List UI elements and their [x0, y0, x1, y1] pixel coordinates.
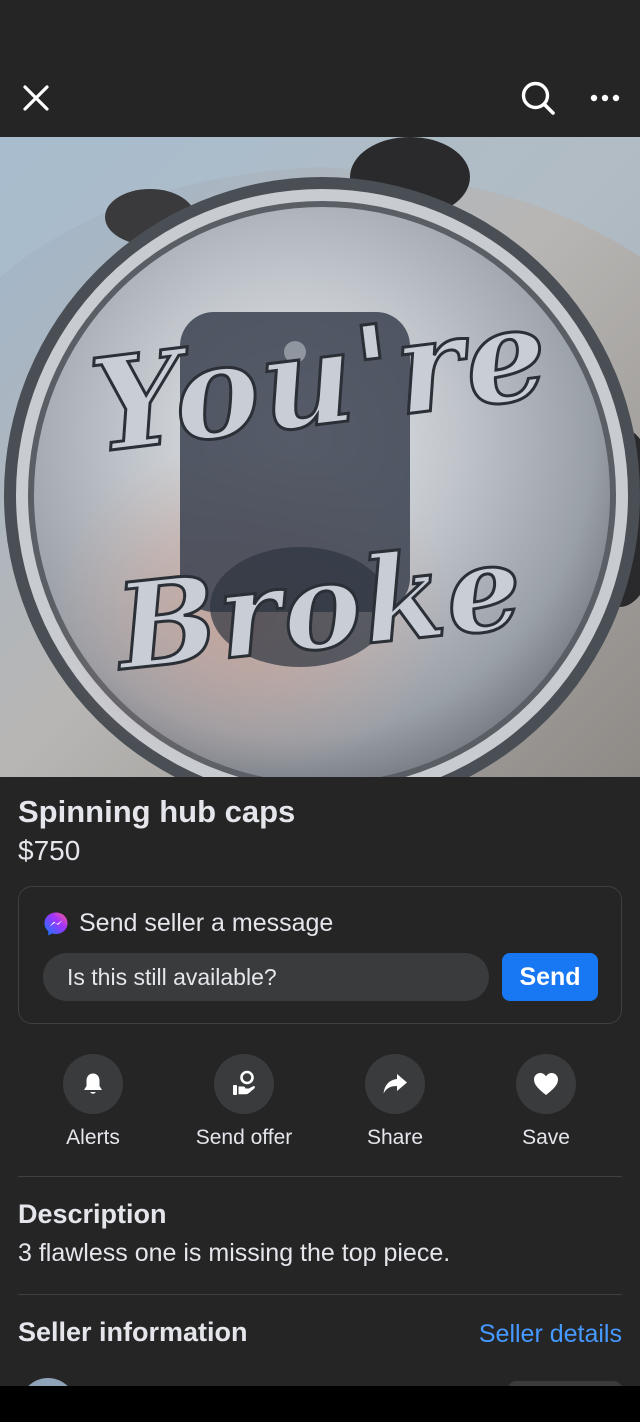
description-text: 3 flawless one is missing the top piece.: [18, 1239, 451, 1267]
alerts-button[interactable]: Alerts: [18, 1050, 168, 1160]
share-icon: [383, 1074, 407, 1094]
send-message-header: Send seller a message: [43, 909, 333, 938]
description-heading: Description: [18, 1199, 167, 1229]
share-button[interactable]: Share: [320, 1050, 470, 1160]
search-button[interactable]: [516, 76, 560, 120]
save-label: Save: [522, 1126, 570, 1149]
message-input[interactable]: [43, 953, 489, 1001]
messenger-icon: [44, 912, 68, 935]
send-offer-button[interactable]: Send offer: [169, 1050, 319, 1160]
listing-price: $750: [18, 835, 81, 866]
marketplace-listing-screen: You're Broke Spinning hub caps $750 Send…: [0, 0, 640, 1422]
bell-icon: [84, 1073, 102, 1094]
share-label: Share: [366, 1126, 424, 1149]
alerts-circle[interactable]: [63, 1054, 123, 1114]
close-icon: [23, 85, 49, 111]
send-offer-circle[interactable]: [214, 1054, 274, 1114]
heart-icon: [534, 1073, 558, 1095]
divider: [18, 1176, 622, 1177]
save-button[interactable]: Save: [471, 1050, 621, 1160]
send-message-card: Send seller a message Send: [18, 886, 622, 1024]
offer-icon: [233, 1070, 255, 1095]
action-row: Alerts Send offer Share Save: [18, 1050, 622, 1160]
send-offer-label: Send offer: [195, 1126, 293, 1149]
send-button[interactable]: Send: [502, 953, 598, 1001]
alerts-label: Alerts: [66, 1126, 120, 1149]
divider: [18, 1294, 622, 1295]
send-message-heading: Send seller a message: [79, 909, 334, 937]
seller-details-link[interactable]: Seller details: [479, 1320, 622, 1349]
seller-info-heading: Seller information: [18, 1317, 248, 1347]
share-circle[interactable]: [365, 1054, 425, 1114]
listing-title: Spinning hub caps: [18, 794, 296, 829]
top-bar: [0, 0, 640, 137]
listing-photo[interactable]: You're Broke: [0, 137, 640, 777]
search-icon: [521, 81, 555, 115]
more-icon: [590, 94, 620, 102]
system-navigation-bar: [0, 1386, 640, 1422]
save-circle[interactable]: [516, 1054, 576, 1114]
more-options-button[interactable]: [583, 76, 627, 120]
close-button[interactable]: [14, 76, 58, 120]
